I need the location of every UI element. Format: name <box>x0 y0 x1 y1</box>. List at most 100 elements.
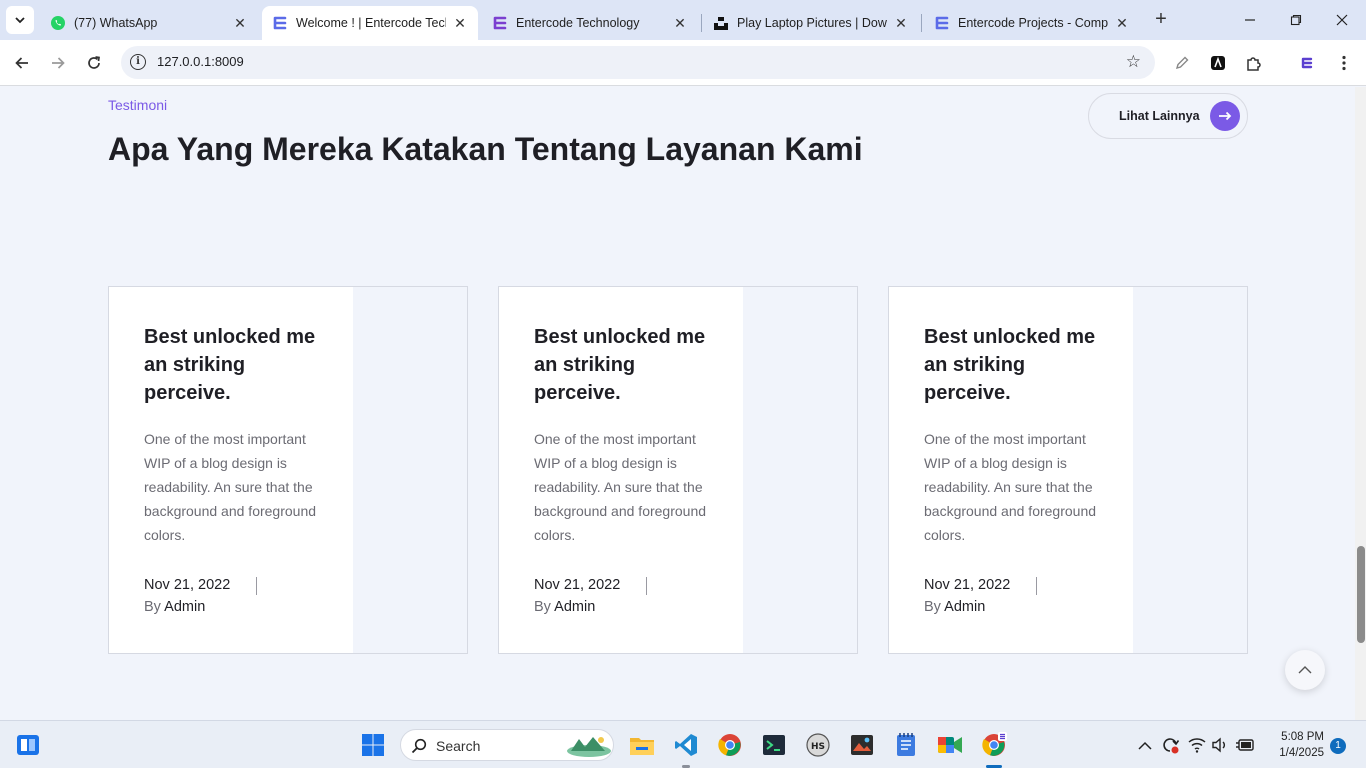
terminal-app-icon[interactable] <box>760 731 788 759</box>
minimize-icon <box>1245 19 1255 21</box>
search-icon <box>411 738 427 754</box>
tab-play-laptop-pictures[interactable]: Play Laptop Pictures | Downl ✕ <box>703 6 919 40</box>
url-text[interactable]: 127.0.0.1:8009 <box>157 54 244 69</box>
windows-taskbar: Search HS 5:08 PM 1/4/2025 1 <box>0 720 1366 768</box>
scrollbar-thumb[interactable] <box>1357 546 1365 643</box>
extensions-puzzle-icon[interactable] <box>1243 52 1265 74</box>
testimonial-text: One of the most important WIP of a blog … <box>144 431 317 543</box>
restore-button[interactable] <box>1284 8 1308 32</box>
bookmark-star-icon[interactable]: ☆ <box>1126 52 1141 72</box>
chrome-profile-icon[interactable] <box>716 731 744 759</box>
tab-separator <box>701 14 702 32</box>
testimonial-byline: By Admin <box>924 599 985 615</box>
testimonial-author[interactable]: Admin <box>164 599 205 615</box>
testimonial-card-content: Best unlocked me an striking perceive. O… <box>499 287 743 653</box>
forward-button[interactable] <box>46 51 70 75</box>
browser-toolbar: i 127.0.0.1:8009 ☆ <box>0 40 1366 86</box>
chrome-icon[interactable] <box>980 731 1008 759</box>
testimonial-card[interactable]: Best unlocked me an striking perceive. O… <box>888 286 1248 654</box>
close-tab-icon[interactable]: ✕ <box>232 15 248 31</box>
clock-time: 5:08 PM <box>1281 731 1324 743</box>
windows-start-icon[interactable] <box>359 731 387 759</box>
profile-entercode-icon[interactable] <box>1296 52 1318 74</box>
meta-divider <box>256 577 257 595</box>
testimonial-card-content: Best unlocked me an striking perceive. O… <box>889 287 1133 653</box>
tab-title: Entercode Projects - Compa <box>958 16 1108 30</box>
vscode-icon[interactable] <box>672 731 700 759</box>
arrow-left-icon <box>15 57 28 69</box>
reload-button[interactable] <box>82 51 106 75</box>
arrow-right-icon <box>52 57 65 69</box>
testimonial-title[interactable]: Best unlocked me an striking perceive. <box>144 323 334 407</box>
see-more-button[interactable]: Lihat Lainnya <box>1088 93 1248 139</box>
testimonial-title[interactable]: Best unlocked me an striking perceive. <box>924 323 1114 407</box>
tab-title: Welcome ! | Entercode Techr <box>296 16 446 30</box>
tab-title: Play Laptop Pictures | Downl <box>737 16 887 30</box>
tab-separator <box>921 14 922 32</box>
chevron-down-icon <box>15 17 25 24</box>
sync-alert-icon[interactable] <box>1156 731 1184 759</box>
tab-entercode-projects[interactable]: Entercode Projects - Compa ✕ <box>924 6 1140 40</box>
close-icon <box>1336 14 1348 26</box>
section-eyebrow: Testimoni <box>108 97 168 113</box>
close-window-button[interactable] <box>1330 8 1354 32</box>
close-tab-icon[interactable]: ✕ <box>672 15 688 31</box>
scroll-to-top-button[interactable] <box>1285 650 1325 690</box>
reload-icon <box>88 56 100 69</box>
new-tab-button[interactable]: + <box>1150 9 1172 31</box>
testimonial-byline: By Admin <box>144 599 205 615</box>
notification-badge[interactable]: 1 <box>1330 738 1346 754</box>
back-button[interactable] <box>10 51 34 75</box>
entercode-icon <box>272 15 288 31</box>
page-content: Testimoni Apa Yang Mereka Katakan Tentan… <box>0 87 1366 720</box>
testimonial-byline: By Admin <box>534 599 595 615</box>
entercode-icon <box>934 15 950 31</box>
testimonial-date: Nov 21, 2022 <box>924 577 1011 593</box>
volume-icon[interactable] <box>1206 731 1234 759</box>
restore-icon <box>1290 14 1302 26</box>
byline-prefix: By <box>534 599 551 615</box>
chevron-up-icon[interactable] <box>1131 731 1159 759</box>
close-tab-icon[interactable]: ✕ <box>452 15 468 31</box>
tab-entercode-technology[interactable]: Entercode Technology ✕ <box>482 6 698 40</box>
minimize-button[interactable] <box>1238 8 1262 32</box>
google-meet-icon[interactable] <box>936 731 964 759</box>
page-scrollbar[interactable] <box>1355 87 1366 720</box>
tab-title: (77) WhatsApp <box>74 16 158 30</box>
testimonial-author[interactable]: Admin <box>944 599 985 615</box>
battery-icon[interactable] <box>1231 731 1259 759</box>
search-label: Search <box>436 738 481 754</box>
meta-divider <box>646 577 647 595</box>
tab-title: Entercode Technology <box>516 16 640 30</box>
file-explorer-icon[interactable] <box>628 731 656 759</box>
extension-a-icon[interactable] <box>1207 52 1229 74</box>
close-tab-icon[interactable]: ✕ <box>1114 15 1130 31</box>
tab-whatsapp[interactable]: (77) WhatsApp ✕ <box>40 6 258 40</box>
section-heading: Apa Yang Mereka Katakan Tentang Layanan … <box>108 131 863 167</box>
testimonial-text: One of the most important WIP of a blog … <box>924 431 1097 543</box>
arrow-right-icon <box>1210 101 1240 131</box>
testimonial-card[interactable]: Best unlocked me an striking perceive. O… <box>108 286 468 654</box>
notepad-icon[interactable] <box>892 731 920 759</box>
svg-text:HS: HS <box>811 742 825 752</box>
system-clock[interactable]: 5:08 PM 1/4/2025 <box>1266 729 1324 761</box>
testimonial-card[interactable]: Best unlocked me an striking perceive. O… <box>498 286 858 654</box>
testimonial-title[interactable]: Best unlocked me an striking perceive. <box>534 323 724 407</box>
tab-welcome-entercode[interactable]: Welcome ! | Entercode Techr ✕ <box>262 6 478 40</box>
kebab-menu-icon[interactable] <box>1333 52 1355 74</box>
testimonial-text: One of the most important WIP of a blog … <box>534 431 707 543</box>
testimonial-author[interactable]: Admin <box>554 599 595 615</box>
testimonial-date: Nov 21, 2022 <box>534 577 621 593</box>
byline-prefix: By <box>924 599 941 615</box>
photo-app-icon[interactable] <box>848 731 876 759</box>
address-bar[interactable]: i 127.0.0.1:8009 ☆ <box>121 46 1155 79</box>
taskbar-search-box[interactable]: Search <box>400 729 614 761</box>
clock-date: 1/4/2025 <box>1279 747 1324 759</box>
site-info-icon[interactable]: i <box>130 54 146 70</box>
heidisql-icon[interactable]: HS <box>804 731 832 759</box>
close-tab-icon[interactable]: ✕ <box>893 15 909 31</box>
pencil-icon[interactable] <box>1171 52 1193 74</box>
tab-search-button[interactable] <box>6 6 34 34</box>
widgets-icon[interactable] <box>14 731 42 759</box>
whatsapp-icon <box>50 15 66 31</box>
